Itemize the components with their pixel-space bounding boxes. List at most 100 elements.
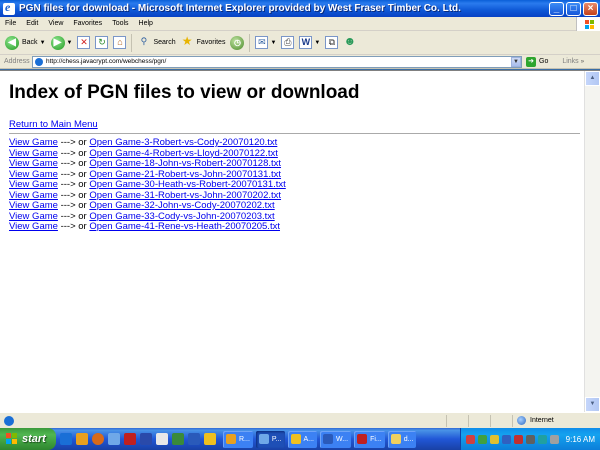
toolbar-divider (131, 33, 133, 52)
home-button[interactable]: ⌂ (113, 36, 127, 49)
forward-dropdown-icon[interactable]: ▼ (67, 40, 73, 46)
favorites-label: Favorites (196, 39, 226, 46)
menu-file[interactable]: File (0, 20, 21, 27)
menu-favorites[interactable]: Favorites (68, 20, 107, 27)
links-chevron-icon[interactable]: » (581, 59, 584, 65)
mail-icon: ✉ (255, 36, 269, 49)
desktop-quicklaunch-icon[interactable] (108, 433, 120, 445)
app-quicklaunch-icon[interactable] (140, 433, 152, 445)
mail-dropdown-icon[interactable]: ▼ (270, 40, 276, 46)
taskbar-task[interactable]: Fi... (354, 430, 385, 448)
app-quicklaunch-icon[interactable] (204, 433, 216, 445)
open-game-link[interactable]: Open Game-33-Cody-vs-John-20070203.txt (89, 211, 274, 222)
open-game-link[interactable]: Open Game-21-Robert-vs-John-20070131.txt (89, 169, 281, 180)
tray-icon[interactable] (465, 434, 475, 444)
scroll-up-icon[interactable]: ▲ (585, 71, 600, 86)
back-dropdown-icon[interactable]: ▼ (40, 40, 46, 46)
open-game-link[interactable]: Open Game-4-Robert-vs-Lloyd-20070122.txt (89, 148, 278, 159)
close-button[interactable]: × (583, 1, 598, 16)
game-list: View Game ---> or Open Game-3-Robert-vs-… (9, 137, 591, 233)
minimize-button[interactable]: _ (549, 1, 564, 16)
toolbar: ◀ Back ▼ ▶ ▼ ✕ ↻ ⌂ ⚲ Search ★ Favorites … (0, 31, 600, 55)
history-button[interactable]: ◷ (230, 35, 245, 50)
tray-icon[interactable] (501, 434, 511, 444)
taskbar-task[interactable]: W... (320, 430, 352, 448)
taskbar-task[interactable]: A... (287, 430, 318, 448)
open-game-link[interactable]: Open Game-41-Rene-vs-Heath-20070205.txt (89, 221, 280, 232)
security-zone: Internet (512, 414, 600, 427)
app-quicklaunch-icon[interactable] (124, 433, 136, 445)
menu-tools[interactable]: Tools (107, 20, 133, 27)
edit-dropdown-icon[interactable]: ▼ (314, 40, 320, 46)
open-game-link[interactable]: Open Game-18-John-vs-Robert-20070128.txt (89, 158, 281, 169)
links-label[interactable]: Links (562, 58, 578, 65)
stop-button[interactable]: ✕ (77, 36, 91, 49)
menu-help[interactable]: Help (134, 20, 158, 27)
view-game-link[interactable]: View Game (9, 169, 58, 180)
view-game-link[interactable]: View Game (9, 179, 58, 190)
mail-button[interactable]: ✉ ▼ (255, 36, 276, 49)
open-game-link[interactable]: Open Game-31-Robert-vs-John-20070202.txt (89, 190, 281, 201)
arrow-text: ---> or (57, 189, 90, 201)
firefox-quicklaunch-icon[interactable] (92, 433, 104, 445)
tray-icon[interactable] (489, 434, 499, 444)
tray-icon[interactable] (513, 434, 523, 444)
speaker-icon[interactable] (549, 434, 559, 444)
tray-icon[interactable] (525, 434, 535, 444)
taskbar-task[interactable]: d... (387, 430, 417, 448)
address-dropdown-icon[interactable]: ▼ (511, 56, 521, 67)
window-title-bar[interactable]: PGN files for download - Microsoft Inter… (0, 0, 600, 17)
return-main-menu-link[interactable]: Return to Main Menu (9, 119, 98, 130)
arrow-text: ---> or (57, 221, 90, 232)
open-game-link[interactable]: Open Game-30-Heath-vs-Robert-20070131.tx… (89, 179, 285, 190)
ie-quicklaunch-icon[interactable] (60, 433, 72, 445)
vertical-scrollbar[interactable]: ▲ ▼ (584, 71, 600, 412)
view-game-link[interactable]: View Game (9, 200, 58, 211)
search-icon: ⚲ (140, 36, 148, 46)
search-button[interactable]: ⚲ Search (137, 36, 176, 49)
view-game-link[interactable]: View Game (9, 158, 58, 169)
open-game-link[interactable]: Open Game-32-John-vs-Cody-20070202.txt (89, 200, 274, 211)
refresh-button[interactable]: ↻ (95, 36, 109, 49)
scroll-down-icon[interactable]: ▼ (585, 397, 600, 412)
go-button[interactable]: ➜ Go (526, 56, 548, 67)
app-quicklaunch-icon[interactable] (156, 433, 168, 445)
address-label: Address (4, 58, 30, 65)
arrow-text: ---> or (57, 168, 90, 180)
view-game-link[interactable]: View Game (9, 148, 58, 159)
back-label: Back (22, 39, 38, 46)
star-icon: ★ (181, 34, 193, 48)
view-game-link[interactable]: View Game (9, 190, 58, 201)
discuss-button[interactable]: ⧉ (325, 36, 339, 49)
outlook-quicklaunch-icon[interactable] (76, 433, 88, 445)
app-quicklaunch-icon[interactable] (188, 433, 200, 445)
taskbar-task[interactable]: R... (223, 430, 253, 448)
task-icon (357, 434, 368, 444)
task-label: P... (271, 435, 282, 443)
open-game-link[interactable]: Open Game-3-Robert-vs-Cody-20070120.txt (89, 137, 277, 148)
arrow-text: ---> or (57, 147, 90, 159)
menu-edit[interactable]: Edit (21, 20, 43, 27)
view-game-link[interactable]: View Game (9, 221, 58, 232)
favorites-button[interactable]: ★ Favorites (181, 34, 226, 49)
back-button[interactable]: ◀ Back ▼ (5, 35, 46, 50)
tray-icon[interactable] (537, 434, 547, 444)
search-label: Search (153, 39, 176, 46)
address-input[interactable]: http://chess.javacrypt.com/webchess/pgn/… (32, 55, 522, 68)
task-label: R... (239, 435, 250, 443)
clock[interactable]: 9:16 AM (566, 435, 595, 444)
app-quicklaunch-icon[interactable] (172, 433, 184, 445)
tray-icon[interactable] (477, 434, 487, 444)
messenger-button[interactable]: ☻ (343, 35, 357, 49)
view-game-link[interactable]: View Game (9, 137, 58, 148)
edit-button[interactable]: W ▼ (299, 36, 320, 49)
forward-button[interactable]: ▶ ▼ (50, 35, 73, 50)
print-button[interactable]: ⎙ (281, 36, 295, 49)
menu-view[interactable]: View (43, 20, 68, 27)
taskbar-task-active[interactable]: P... (255, 430, 285, 448)
address-url[interactable]: http://chess.javacrypt.com/webchess/pgn/ (46, 58, 511, 65)
arrow-text: ---> or (57, 137, 90, 148)
start-button[interactable]: start (0, 428, 56, 450)
maximize-button[interactable]: □ (566, 1, 581, 16)
view-game-link[interactable]: View Game (9, 211, 58, 222)
